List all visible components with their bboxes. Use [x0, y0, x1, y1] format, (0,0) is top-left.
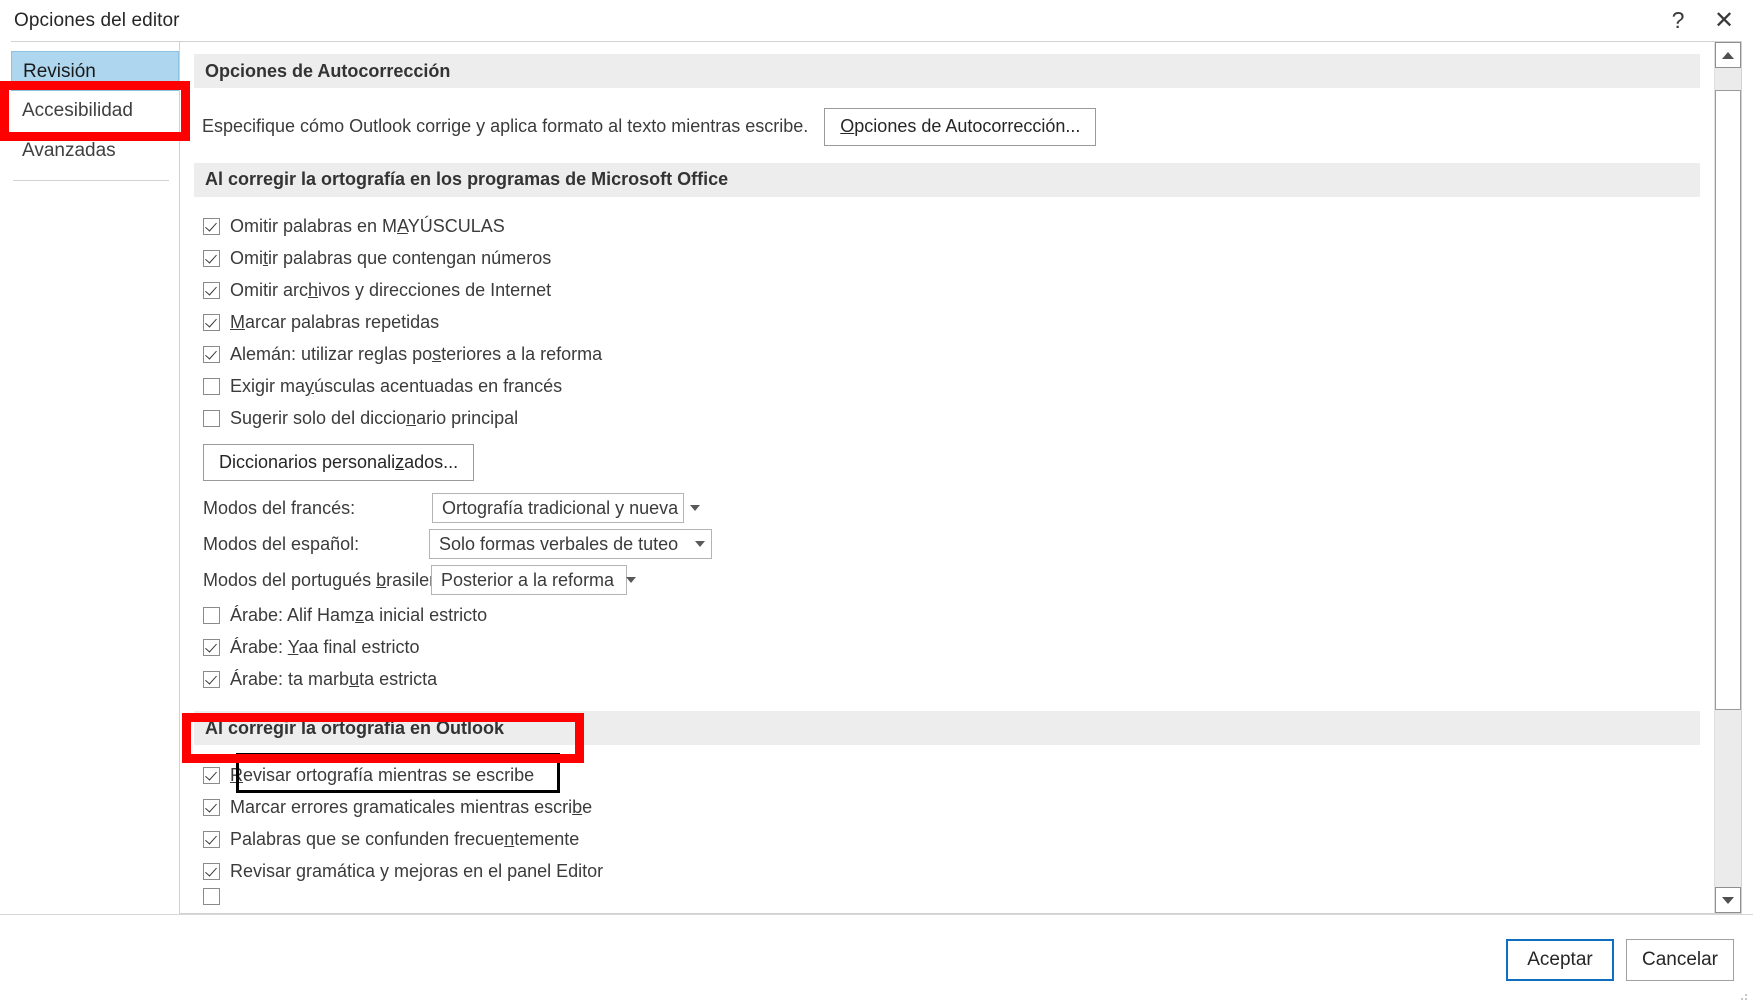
checkbox-label: Revisar gramática y mejoras en el panel … — [230, 860, 604, 881]
section-header-autocorrect: Opciones de Autocorrección — [194, 54, 1700, 88]
autocorrect-description-row: Especifique cómo Outlook corrige y aplic… — [202, 108, 1714, 146]
mode-row-espanol: Modos del español: Solo formas verbales … — [180, 527, 1714, 561]
mode-select-frances[interactable]: Ortografía tradicional y nueva — [432, 493, 701, 524]
checkbox-icon[interactable] — [203, 378, 220, 396]
checkbox-row-omitir-numeros[interactable]: Omitir palabras que contengan números — [180, 243, 1714, 275]
checkbox-row-mayusculas-francesas[interactable]: Exigir mayúsculas acentuadas en francés — [180, 371, 1714, 403]
scrollbar-track[interactable] — [1715, 68, 1741, 887]
scroll-down-button[interactable] — [1715, 887, 1741, 913]
checkbox-label: Omitir archivos y direcciones de Interne… — [230, 280, 552, 301]
checkbox-row-arabe-alif-hamza[interactable]: Árabe: Alif Hamza inicial estricto — [180, 599, 1714, 631]
arabic-options-list: Árabe: Alif Hamza inicial estricto Árabe… — [180, 599, 1714, 695]
resize-grip-icon[interactable] — [1737, 990, 1749, 1002]
mode-value-frances: Ortografía tradicional y nueva — [442, 497, 679, 518]
checkbox-label: Árabe: Alif Hamza inicial estricto — [230, 604, 488, 625]
content-wrapper: Opciones de Autocorrección Especifique c… — [180, 41, 1742, 914]
help-icon[interactable]: ? — [1655, 0, 1701, 41]
window-title: Opciones del editor — [14, 9, 180, 31]
scroll-up-arrow-icon — [1722, 51, 1734, 59]
chevron-down-icon — [690, 505, 701, 512]
mode-row-portugues: Modos del portugués brasileño: Posterior… — [180, 563, 1714, 597]
checkbox-icon[interactable] — [203, 798, 220, 816]
editor-options-dialog: Opciones del editor ? ✕ Revisión Accesib… — [0, 0, 1753, 1005]
checkbox-icon[interactable] — [203, 830, 220, 848]
mode-label-portugues: Modos del portugués brasileño: — [203, 569, 455, 590]
dialog-footer: Aceptar Cancelar — [0, 914, 1753, 1005]
checkbox-row-palabras-repetidas[interactable]: Marcar palabras repetidas — [180, 307, 1714, 339]
checkbox-row-diccionario-principal[interactable]: Sugerir solo del diccionario principal — [180, 403, 1714, 435]
dialog-body: Revisión Accesibilidad Avanzadas Opcione… — [0, 41, 1753, 914]
checkbox-label: Marcar errores gramaticales mientras esc… — [230, 796, 593, 817]
mode-select-espanol[interactable]: Solo formas verbales de tuteo — [429, 529, 712, 560]
checkbox-icon[interactable] — [203, 670, 220, 688]
checkbox-label: Árabe: Yaa final estricto — [230, 636, 420, 657]
section-title-autocorrect: Opciones de Autocorrección — [205, 60, 451, 81]
checkbox-row-omitir-mayusculas[interactable]: Omitir palabras en MAYÚSCULAS — [180, 211, 1714, 243]
checkbox-icon[interactable] — [203, 250, 220, 268]
outlook-options-list: Revisar ortografía mientras se escribe M… — [180, 759, 1714, 905]
checkbox-label: Palabras que se confunden frecuentemente — [230, 828, 580, 849]
mode-row-frances: Modos del francés: Ortografía tradiciona… — [180, 491, 1714, 525]
chevron-down-icon — [695, 541, 705, 548]
scroll-down-arrow-icon — [1722, 896, 1734, 904]
mode-label-frances: Modos del francés: — [203, 497, 356, 518]
autocorrect-description: Especifique cómo Outlook corrige y aplic… — [202, 116, 809, 137]
custom-dictionaries-button[interactable]: Diccionarios personalizados... — [203, 443, 475, 482]
checkbox-label: Árabe: ta marbuta estricta — [230, 668, 438, 689]
checkbox-icon[interactable] — [203, 766, 220, 784]
sidebar-item-accesibilidad[interactable]: Accesibilidad — [11, 91, 179, 131]
checkbox-row-omitir-internet[interactable]: Omitir archivos y direcciones de Interne… — [180, 275, 1714, 307]
checkbox-row-arabe-yaa[interactable]: Árabe: Yaa final estricto — [180, 631, 1714, 663]
checkbox-icon[interactable] — [203, 314, 220, 332]
checkbox-row-revisar-ortografia[interactable]: Revisar ortografía mientras se escribe — [180, 759, 1714, 791]
scrollbar-thumb[interactable] — [1715, 90, 1741, 710]
checkbox-label: Alemán: utilizar reglas posteriores a la… — [230, 344, 603, 365]
section-title-office: Al corregir la ortografía en los program… — [205, 169, 729, 190]
checkbox-icon[interactable] — [203, 218, 220, 236]
checkbox-label: Sugerir solo del diccionario principal — [230, 408, 519, 429]
checkbox-icon[interactable] — [203, 887, 220, 905]
scroll-up-button[interactable] — [1715, 42, 1741, 68]
checkbox-label: Marcar palabras repetidas — [230, 312, 440, 333]
autocorrect-options-button[interactable]: Opciones de Autocorrección... — [824, 108, 1097, 146]
mode-label-espanol: Modos del español: — [203, 533, 360, 554]
mode-value-espanol: Solo formas verbales de tuteo — [439, 533, 679, 554]
checkbox-label: Omitir palabras en MAYÚSCULAS — [230, 216, 505, 237]
checkbox-label: Omitir palabras que contengan números — [230, 248, 552, 269]
accept-button[interactable]: Aceptar — [1506, 939, 1614, 981]
section-header-office: Al corregir la ortografía en los program… — [194, 162, 1700, 197]
mode-select-portugues[interactable]: Posterior a la reforma — [431, 565, 637, 596]
checkbox-icon[interactable] — [203, 638, 220, 656]
vertical-scrollbar[interactable] — [1714, 42, 1741, 913]
checkbox-icon[interactable] — [203, 862, 220, 880]
cancel-button[interactable]: Cancelar — [1626, 939, 1734, 981]
checkbox-row-arabe-ta-marbuta[interactable]: Árabe: ta marbuta estricta — [180, 663, 1714, 695]
mode-value-portugues: Posterior a la reforma — [441, 569, 615, 590]
checkbox-row-marcar-errores-gramaticales[interactable]: Marcar errores gramaticales mientras esc… — [180, 791, 1714, 823]
checkbox-label: Revisar ortografía mientras se escribe — [230, 764, 535, 785]
checkbox-row-palabras-confunden[interactable]: Palabras que se confunden frecuentemente — [180, 823, 1714, 855]
chevron-down-icon — [626, 577, 637, 584]
checkbox-label: Exigir mayúsculas acentuadas en francés — [230, 376, 563, 397]
checkbox-icon[interactable] — [203, 282, 220, 300]
sidebar-item-avanzadas[interactable]: Avanzadas — [11, 131, 179, 171]
office-options-list: Omitir palabras en MAYÚSCULAS Omitir pal… — [180, 211, 1714, 435]
section-title-outlook: Al corregir la ortografía en Outlook — [205, 717, 505, 738]
sidebar-nav: Revisión Accesibilidad Avanzadas — [11, 41, 180, 914]
checkbox-row-partial[interactable] — [180, 887, 1714, 905]
checkbox-row-revisar-gramatica-editor[interactable]: Revisar gramática y mejoras en el panel … — [180, 855, 1714, 887]
close-icon[interactable]: ✕ — [1701, 0, 1747, 41]
custom-dictionaries-row: Diccionarios personalizados... — [203, 443, 1714, 482]
section-header-outlook: Al corregir la ortografía en Outlook — [194, 711, 1700, 746]
checkbox-icon[interactable] — [203, 346, 220, 364]
checkbox-icon[interactable] — [203, 410, 220, 428]
sidebar-item-revision[interactable]: Revisión — [11, 51, 179, 91]
title-bar: Opciones del editor ? ✕ — [0, 0, 1753, 41]
checkbox-icon[interactable] — [203, 606, 220, 624]
options-content: Opciones de Autocorrección Especifique c… — [180, 42, 1714, 913]
sidebar-divider — [13, 180, 169, 181]
checkbox-row-aleman-reforma[interactable]: Alemán: utilizar reglas posteriores a la… — [180, 339, 1714, 371]
